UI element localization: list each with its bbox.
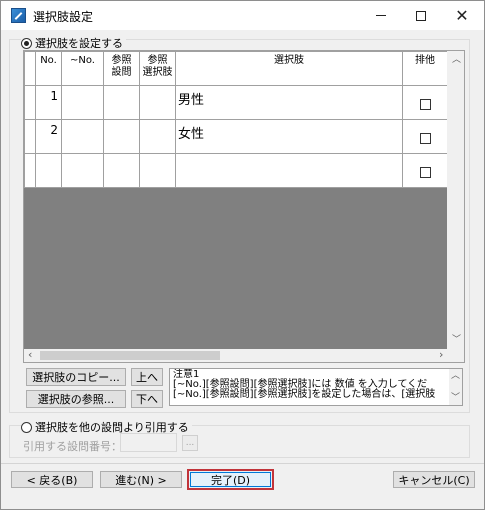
window-title: 選択肢設定: [33, 10, 94, 24]
cell-ref-choice[interactable]: [139, 153, 176, 188]
table-row[interactable]: 2 女性: [24, 119, 448, 154]
cell-to-no[interactable]: [61, 85, 104, 120]
scroll-down-icon[interactable]: ﹀: [452, 335, 461, 345]
radio-icon-selected: [21, 37, 32, 49]
grid-vertical-scrollbar[interactable]: ︿ ﹀: [447, 51, 464, 349]
title-bar: 選択肢設定 ✕: [1, 1, 484, 30]
scroll-left-icon[interactable]: ‹: [28, 349, 32, 360]
browse-question-button[interactable]: ...: [182, 435, 198, 451]
note-line-2: [~No.][参照設問][参照選択肢]を設定した場合は、[選択肢: [173, 389, 436, 400]
col-header-to-no[interactable]: ~No.: [61, 51, 104, 86]
cell-choice[interactable]: [175, 153, 403, 188]
dialog-window: 選択肢設定 ✕ 選択肢を設定する No. ~No. 参照 設問 参照 選択肢 選…: [0, 0, 485, 510]
radio-icon-unselected: [21, 421, 32, 433]
move-down-button[interactable]: 下へ: [131, 390, 163, 408]
row-indicator[interactable]: [24, 153, 36, 188]
cell-ref-choice[interactable]: [139, 85, 176, 120]
copy-choices-button[interactable]: 選択肢のコピー...: [26, 368, 126, 386]
cell-no[interactable]: [35, 153, 62, 188]
col-header-ref-choice[interactable]: 参照 選択肢: [139, 51, 176, 86]
cell-to-no[interactable]: [61, 153, 104, 188]
choices-table: No. ~No. 参照 設問 参照 選択肢 選択肢 排他 1 男性 2 女性: [24, 51, 448, 188]
quote-question-input[interactable]: [120, 433, 177, 452]
row-indicator-header: [24, 51, 36, 86]
horizontal-scroll-thumb[interactable]: [40, 351, 220, 360]
reference-choices-button[interactable]: 選択肢の参照...: [26, 390, 126, 408]
set-choices-label: 選択肢を設定する: [35, 37, 123, 50]
finish-button[interactable]: 完了(D): [187, 469, 274, 490]
grid-empty-area: [24, 187, 447, 349]
exclusive-checkbox[interactable]: [419, 132, 431, 144]
quote-question-label: 引用する設問番号：: [23, 440, 122, 453]
cancel-button[interactable]: キャンセル(C): [393, 471, 475, 488]
note-box[interactable]: 注意1 [~No.][参照設問][参照選択肢]には 数値 を入力してくだ [~N…: [169, 368, 463, 406]
minimize-button[interactable]: [361, 1, 401, 30]
exclusive-checkbox[interactable]: [419, 166, 431, 178]
maximize-icon: [416, 10, 426, 21]
cell-choice[interactable]: 女性: [175, 119, 403, 154]
close-button[interactable]: ✕: [442, 1, 482, 30]
cell-no[interactable]: 1: [35, 85, 62, 120]
exclusive-checkbox[interactable]: [419, 98, 431, 110]
maximize-button[interactable]: [401, 1, 441, 30]
scroll-up-icon[interactable]: ︿: [451, 371, 460, 381]
cell-choice[interactable]: 男性: [175, 85, 403, 120]
grid-horizontal-scrollbar[interactable]: ‹ ›: [24, 349, 464, 362]
move-up-button[interactable]: 上へ: [131, 368, 163, 386]
row-indicator[interactable]: [24, 85, 36, 120]
cell-ref-question[interactable]: [103, 85, 140, 120]
col-header-exclusive[interactable]: 排他: [402, 51, 448, 86]
app-icon: [11, 8, 26, 23]
next-button[interactable]: 進む(N) >: [100, 471, 182, 488]
back-button[interactable]: < 戻る(B): [11, 471, 93, 488]
col-header-ref-question[interactable]: 参照 設問: [103, 51, 140, 86]
footer-separator: [1, 463, 484, 464]
table-header-row: No. ~No. 参照 設問 参照 選択肢 選択肢 排他: [24, 51, 448, 86]
scroll-up-icon[interactable]: ︿: [452, 55, 461, 65]
set-choices-radio[interactable]: 選択肢を設定する: [21, 35, 126, 51]
close-icon: ✕: [455, 6, 469, 25]
cell-ref-question[interactable]: [103, 153, 140, 188]
table-row[interactable]: 1 男性: [24, 85, 448, 120]
choices-grid: No. ~No. 参照 設問 参照 選択肢 選択肢 排他 1 男性 2 女性 ︿…: [23, 50, 465, 363]
col-header-no[interactable]: No.: [35, 51, 62, 86]
cell-exclusive[interactable]: [402, 119, 448, 154]
scroll-down-icon[interactable]: ﹀: [451, 393, 460, 403]
note-scrollbar[interactable]: ︿ ﹀: [449, 369, 462, 405]
cell-ref-choice[interactable]: [139, 119, 176, 154]
row-indicator[interactable]: [24, 119, 36, 154]
cell-exclusive[interactable]: [402, 85, 448, 120]
scroll-right-icon[interactable]: ›: [439, 349, 443, 360]
col-header-choice[interactable]: 選択肢: [175, 51, 403, 86]
cell-exclusive[interactable]: [402, 153, 448, 188]
cell-ref-question[interactable]: [103, 119, 140, 154]
minimize-icon: [376, 15, 386, 16]
cell-to-no[interactable]: [61, 119, 104, 154]
table-row[interactable]: [24, 153, 448, 188]
cell-no[interactable]: 2: [35, 119, 62, 154]
